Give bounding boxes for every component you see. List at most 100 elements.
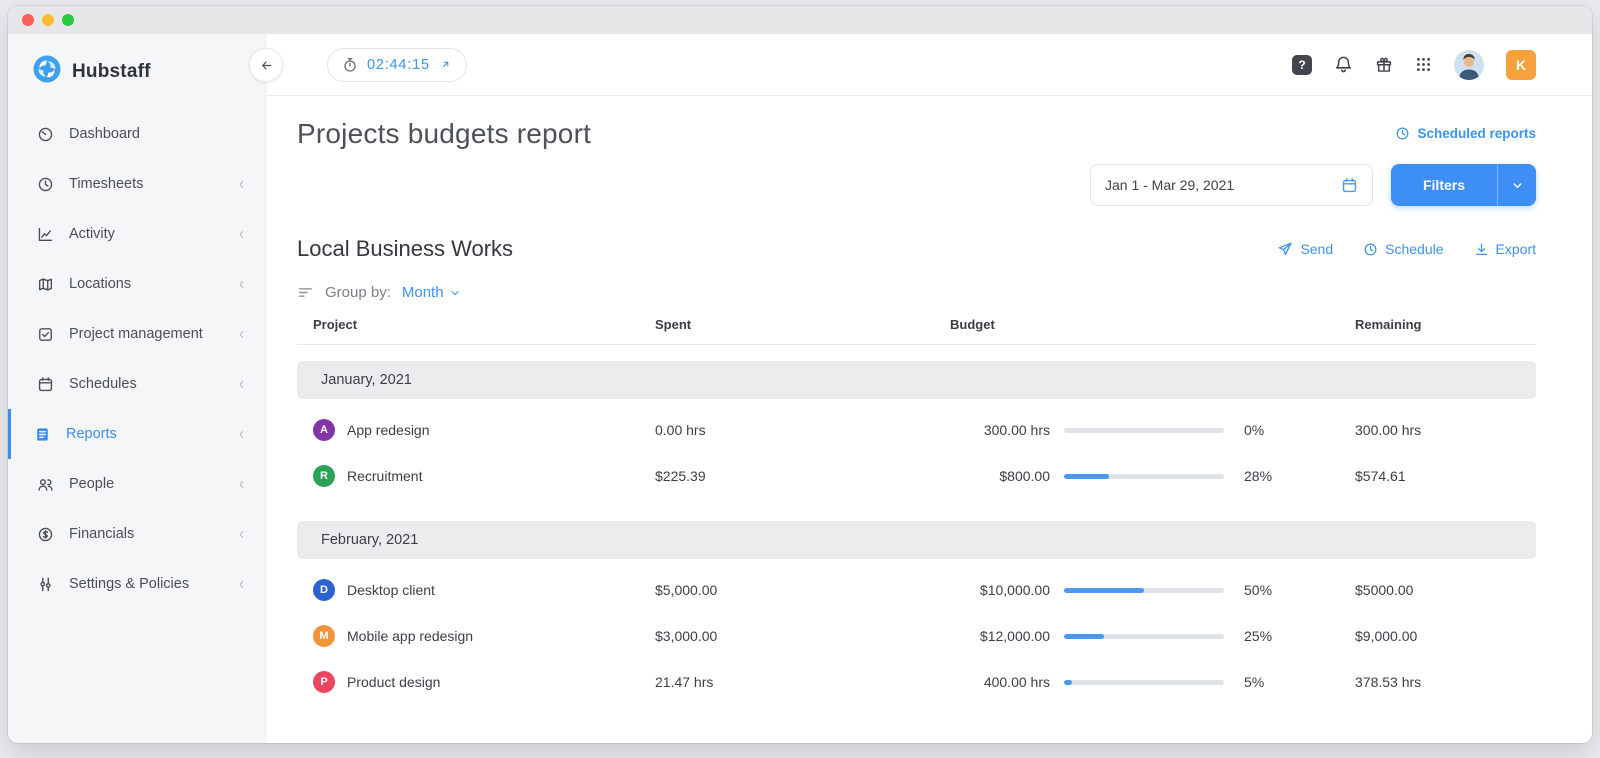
sidebar-item-dashboard[interactable]: Dashboard [8, 109, 265, 159]
budget-value: $800.00 [950, 468, 1050, 484]
sidebar-item-settings-policies[interactable]: Settings & Policies [8, 559, 265, 609]
project-avatar: R [313, 465, 335, 487]
clock-icon [1395, 126, 1410, 141]
spent-value: $3,000.00 [655, 628, 950, 644]
percent-value: 25% [1230, 628, 1355, 644]
chevron-left-icon [236, 579, 247, 590]
back-button[interactable] [249, 48, 283, 82]
chevron-left-icon [236, 229, 247, 240]
sidebar-item-label: Timesheets [69, 176, 143, 192]
project-name: Desktop client [347, 582, 435, 598]
table-row[interactable]: D Desktop client $5,000.00 $10,000.00 50… [297, 567, 1536, 613]
column-header-remaining: Remaining [1355, 317, 1536, 332]
user-avatar[interactable] [1454, 50, 1484, 80]
content: Projects budgets report Scheduled report… [266, 96, 1592, 743]
chevron-left-icon [236, 179, 247, 190]
project-management-icon [37, 326, 54, 343]
percent-value: 28% [1230, 468, 1355, 484]
project-avatar: A [313, 419, 335, 441]
send-button[interactable]: Send [1277, 241, 1333, 257]
sidebar-item-financials[interactable]: Financials [8, 509, 265, 559]
financials-icon [37, 526, 54, 543]
spent-value: 21.47 hrs [655, 674, 950, 690]
remaining-value: $9,000.00 [1355, 628, 1536, 644]
brand[interactable]: Hubstaff [8, 34, 265, 109]
remaining-value: 300.00 hrs [1355, 422, 1536, 438]
percent-value: 5% [1230, 674, 1355, 690]
filters-split-button: Filters [1391, 164, 1536, 206]
organization-badge[interactable]: K [1506, 50, 1536, 80]
table-row[interactable]: M Mobile app redesign $3,000.00 $12,000.… [297, 613, 1536, 659]
chevron-left-icon [236, 379, 247, 390]
grid-icon [1415, 56, 1432, 73]
group-by-label: Group by: [325, 284, 391, 301]
locations-icon [37, 276, 54, 293]
timesheets-icon [37, 176, 54, 193]
sidebar-item-activity[interactable]: Activity [8, 209, 265, 259]
budget-progress-bar [1064, 474, 1224, 479]
zoom-window-button[interactable] [62, 14, 74, 26]
table-row[interactable]: R Recruitment $225.39 $800.00 28% $574.6… [297, 453, 1536, 499]
filters-button[interactable]: Filters [1391, 164, 1498, 206]
sort-lines-icon [297, 284, 314, 301]
minimize-window-button[interactable] [42, 14, 54, 26]
help-button[interactable]: ? [1292, 55, 1312, 75]
reports-icon [34, 426, 51, 443]
calendar-icon [1341, 177, 1358, 194]
page-title: Projects budgets report [297, 118, 591, 150]
export-button[interactable]: Export [1474, 241, 1536, 257]
sidebar-item-label: Financials [69, 526, 134, 542]
sidebar-item-label: Project management [69, 326, 203, 342]
sidebar: Hubstaff Dashboard Timesheets Activity L… [8, 34, 266, 743]
group-header-january: January, 2021 [297, 361, 1536, 399]
spent-value: $5,000.00 [655, 582, 950, 598]
gift-icon [1375, 56, 1393, 74]
group-by-dropdown[interactable]: Month [402, 284, 461, 301]
rewards-button[interactable] [1375, 56, 1393, 74]
budget-progress-bar [1064, 588, 1224, 593]
date-range-picker[interactable]: Jan 1 - Mar 29, 2021 [1090, 164, 1373, 206]
sidebar-item-label: Reports [66, 426, 117, 442]
table-row[interactable]: A App redesign 0.00 hrs 300.00 hrs 0% 30… [297, 407, 1536, 453]
chevron-down-icon [1511, 179, 1524, 192]
timer-widget[interactable]: 02:44:15 [327, 48, 467, 82]
settings-icon [37, 576, 54, 593]
notifications-button[interactable] [1334, 55, 1353, 74]
budget-progress-bar [1064, 428, 1224, 433]
sidebar-item-label: Dashboard [69, 126, 140, 142]
table-row[interactable]: P Product design 21.47 hrs 400.00 hrs 5%… [297, 659, 1536, 705]
sidebar-item-schedules[interactable]: Schedules [8, 359, 265, 409]
stopwatch-icon [342, 57, 358, 73]
budget-value: $12,000.00 [950, 628, 1050, 644]
chevron-down-icon [449, 287, 461, 299]
budget-value: $10,000.00 [950, 582, 1050, 598]
sidebar-item-people[interactable]: People [8, 459, 265, 509]
sidebar-item-reports[interactable]: Reports [8, 409, 265, 459]
remaining-value: $5000.00 [1355, 582, 1536, 598]
scheduled-reports-label: Scheduled reports [1417, 126, 1536, 141]
close-window-button[interactable] [22, 14, 34, 26]
chevron-left-icon [236, 329, 247, 340]
send-icon [1277, 241, 1293, 257]
sidebar-item-timesheets[interactable]: Timesheets [8, 159, 265, 209]
budget-progress-bar [1064, 680, 1224, 685]
project-avatar: P [313, 671, 335, 693]
sidebar-item-project-management[interactable]: Project management [8, 309, 265, 359]
column-header-project: Project [297, 317, 655, 332]
percent-value: 50% [1230, 582, 1355, 598]
column-header-spent: Spent [655, 317, 950, 332]
apps-menu-button[interactable] [1415, 56, 1432, 73]
budgets-table: Project Spent Budget Remaining January, … [297, 317, 1536, 705]
project-name: Recruitment [347, 468, 422, 484]
scheduled-reports-link[interactable]: Scheduled reports [1395, 126, 1536, 141]
sidebar-item-locations[interactable]: Locations [8, 259, 265, 309]
schedule-button[interactable]: Schedule [1363, 241, 1443, 257]
arrow-left-icon [259, 58, 274, 73]
filters-dropdown-button[interactable] [1498, 164, 1536, 206]
clock-icon [1363, 242, 1378, 257]
remaining-value: 378.53 hrs [1355, 674, 1536, 690]
project-name: Product design [347, 674, 440, 690]
project-name: Mobile app redesign [347, 628, 473, 644]
date-range-value: Jan 1 - Mar 29, 2021 [1105, 177, 1234, 193]
table-header: Project Spent Budget Remaining [297, 317, 1536, 345]
